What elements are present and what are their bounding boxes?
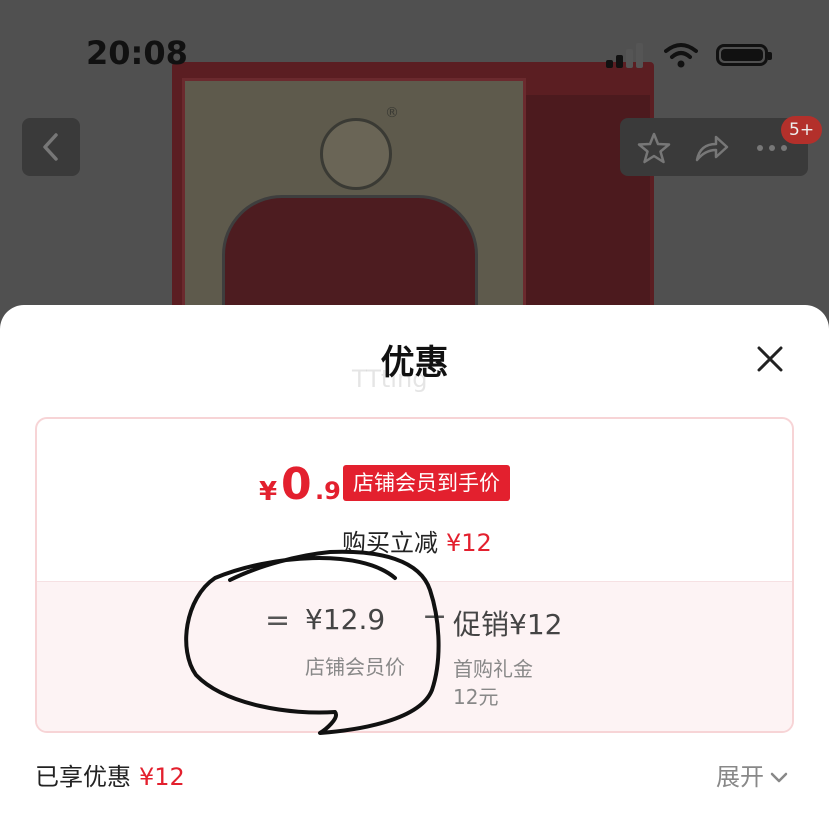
signal-icon — [606, 40, 646, 70]
star-icon — [637, 132, 671, 164]
purchase-reduction: 购买立减 ¥12 — [342, 523, 492, 558]
reduce-value: ¥12 — [446, 529, 492, 557]
gift-value: 12元 — [453, 685, 499, 709]
enjoyed-value: ¥12 — [139, 763, 185, 791]
wifi-icon — [664, 43, 698, 68]
more-icon — [757, 145, 787, 151]
top-actions — [620, 118, 808, 176]
share-icon — [695, 135, 729, 162]
close-icon[interactable] — [750, 339, 790, 379]
product-logo — [320, 118, 392, 190]
sheet-title: 优惠 — [380, 343, 449, 383]
back-button[interactable] — [22, 118, 80, 176]
reduce-label: 购买立减 — [342, 529, 438, 557]
final-price-dec: .9 — [315, 477, 341, 505]
discount-card: ¥ 0 .9 店铺会员到手价 购买立减 ¥12 = ¥12.9 店铺会员价 − 促… — [35, 417, 794, 733]
expand-label: 展开 — [716, 763, 764, 791]
breakdown-area — [37, 581, 792, 731]
final-price-int: 0 — [281, 459, 312, 510]
enjoyed-discount: 已享优惠 ¥12 — [35, 757, 185, 792]
favorite-button[interactable] — [636, 130, 672, 166]
enjoyed-label: 已享优惠 — [35, 763, 131, 791]
discount-sheet: TTting 优惠 ¥ 0 .9 店铺会员到手价 购买立减 ¥12 = ¥12.9… — [0, 305, 829, 814]
expand-button[interactable]: 展开 — [716, 757, 788, 792]
registered-mark: ® — [385, 105, 399, 121]
notification-badge: 5+ — [781, 116, 823, 144]
promo-discount: 促销¥12 — [453, 608, 563, 641]
status-time: 20:08 — [86, 34, 188, 72]
equals-sign: = — [265, 603, 291, 638]
member-price-label: 店铺会员价 — [305, 655, 405, 679]
price-type-tag: 店铺会员到手价 — [343, 465, 510, 501]
battery-icon — [716, 44, 772, 66]
share-button[interactable] — [694, 130, 730, 166]
back-chevron-icon — [43, 133, 58, 161]
gift-label: 首购礼金 — [453, 657, 533, 681]
currency-symbol: ¥ — [259, 477, 278, 507]
minus-sign: − — [422, 599, 448, 634]
chevron-down-icon — [770, 772, 788, 783]
member-price: ¥12.9 — [305, 603, 386, 636]
